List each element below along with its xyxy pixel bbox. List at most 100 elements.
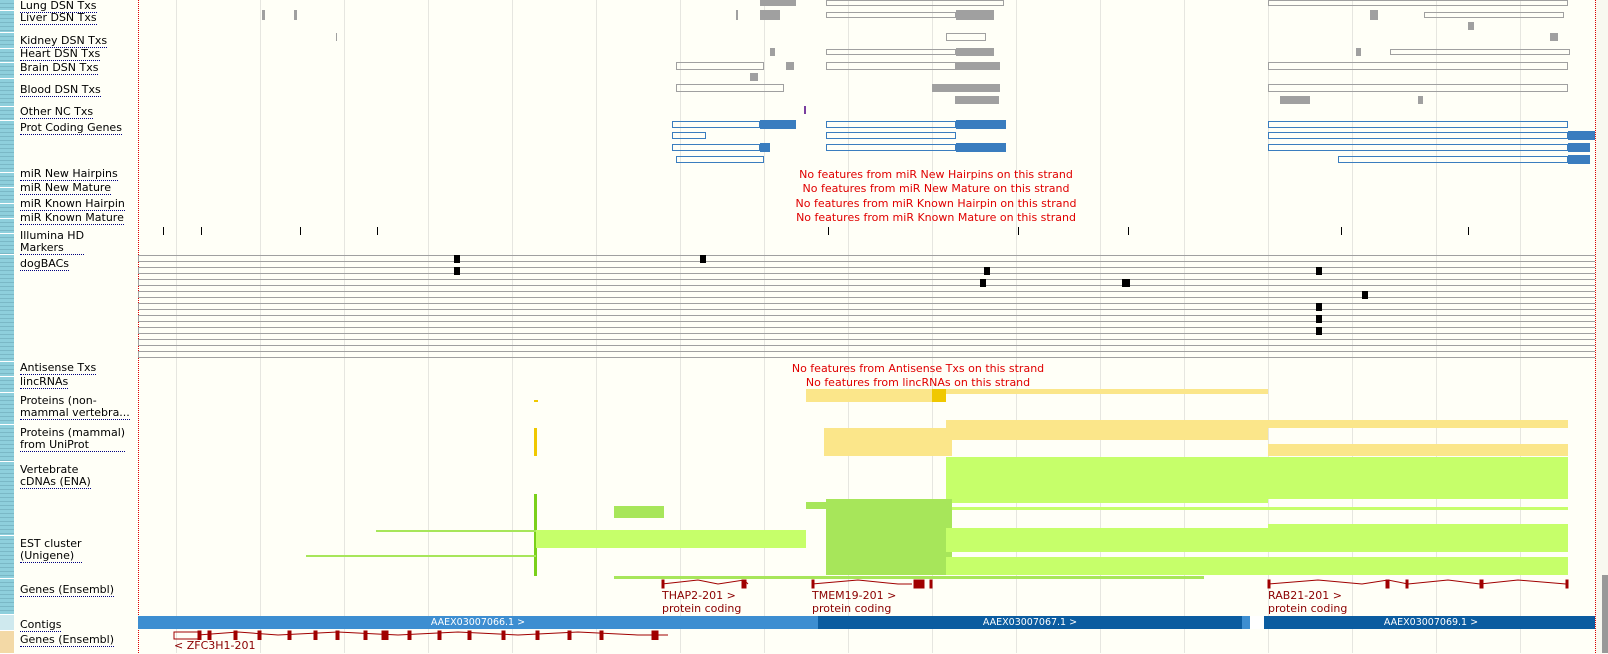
track-label-heart[interactable]: Heart DSN Txs [20,48,101,61]
est-alignment[interactable] [376,530,536,532]
est-alignment[interactable] [946,528,1268,552]
blood-transcript[interactable] [1418,96,1423,104]
illumina-marker[interactable] [163,227,164,235]
est-alignment[interactable] [806,502,826,509]
illumina-marker[interactable] [1018,227,1019,235]
est-alignment[interactable] [1268,557,1568,575]
track-handle[interactable] [0,63,14,79]
track-handle[interactable] [0,173,14,188]
track-label-proteins-nonmammal[interactable]: Proteins (non- mammal vertebra... [20,395,130,420]
track-label-contigs[interactable]: Contigs [20,619,62,632]
est-alignment[interactable] [826,499,952,575]
gene-label-rab21[interactable]: RAB21-201 > [1268,590,1342,602]
track-label-lincrna[interactable]: lincRNAs [20,376,69,389]
dog-bac-clone[interactable] [138,351,1598,358]
heart-transcript[interactable] [826,49,956,55]
illumina-marker[interactable] [828,227,829,235]
dog-bac-end[interactable] [1316,315,1322,323]
track-handle[interactable] [0,188,14,204]
blood-transcript[interactable] [750,73,758,81]
track-handle[interactable] [0,219,14,234]
protein-alignment[interactable] [1268,420,1568,428]
lung-transcript[interactable] [760,0,796,6]
heart-transcript[interactable] [1390,49,1570,55]
kidney-transcript[interactable] [336,33,337,41]
protein-alignment[interactable] [806,389,932,402]
track-label-dogbacs[interactable]: dogBACs [20,258,69,271]
track-label-genes-ensembl-reverse[interactable]: Genes (Ensembl) [20,634,115,647]
brain-transcript[interactable] [956,62,1000,70]
est-alignment[interactable] [536,530,806,548]
blood-transcript[interactable] [1268,84,1568,92]
protein-alignment[interactable] [1268,444,1568,456]
gene-label-zfc3h1[interactable]: < ZFC3H1-201 [174,640,256,652]
track-label-proteins-mammal[interactable]: Proteins (mammal) from UniProt [20,427,126,452]
protein-coding-transcript[interactable] [956,120,1006,129]
track-label-mir-new-hairpins[interactable]: miR New Hairpins [20,168,118,181]
dog-bac-end[interactable] [454,255,460,263]
blood-transcript[interactable] [676,84,784,92]
genome-image-panel[interactable]: No features from miR New Hairpins on thi… [138,0,1598,653]
illumina-marker[interactable] [300,227,301,235]
track-handle[interactable] [0,121,14,173]
protein-alignment[interactable] [824,428,952,456]
track-handle[interactable] [0,615,14,631]
est-alignment[interactable] [306,555,536,557]
track-label-illumina[interactable]: Illumina HD Markers [20,230,85,255]
track-label-blood[interactable]: Blood DSN Txs [20,84,101,97]
brain-transcript[interactable] [826,62,956,70]
dog-bac-clone[interactable] [138,279,1598,286]
blood-transcript[interactable] [955,96,999,104]
track-label-genes-ensembl[interactable]: Genes (Ensembl) [20,584,115,597]
track-handle[interactable] [0,107,14,121]
dog-bac-clone[interactable] [138,315,1598,322]
protein-coding-transcript[interactable] [1568,155,1590,164]
liver-transcript[interactable] [1424,12,1564,18]
dog-bac-end[interactable] [454,267,460,275]
illumina-marker[interactable] [201,227,202,235]
track-handle[interactable] [0,234,14,255]
track-handle[interactable] [0,377,14,393]
liver-transcript[interactable] [760,10,780,20]
track-label-antisense[interactable]: Antisense Txs [20,362,97,375]
dog-bac-end[interactable] [700,255,706,263]
track-label-other-nc[interactable]: Other NC Txs [20,106,94,119]
dog-bac-clone[interactable] [138,327,1598,334]
contig-3[interactable]: AAEX03007069.1 > [1264,616,1598,629]
protein-alignment[interactable] [946,389,1268,394]
protein-alignment[interactable] [534,400,538,402]
dog-bac-clone[interactable] [138,339,1598,346]
contig-2[interactable]: AAEX03007067.1 > [818,616,1242,629]
protein-coding-transcript[interactable] [1268,121,1568,128]
est-alignment[interactable] [946,557,1268,575]
kidney-transcript[interactable] [1550,33,1558,41]
track-handle[interactable] [0,204,14,219]
liver-transcript[interactable] [262,10,265,20]
track-handle[interactable] [0,631,14,654]
protein-coding-transcript[interactable] [1338,156,1568,163]
illumina-marker[interactable] [1468,227,1469,235]
liver-transcript[interactable] [826,12,956,18]
dog-bac-end[interactable] [984,267,990,275]
track-label-liver[interactable]: Liver DSN Txs [20,12,97,25]
track-handle[interactable] [0,11,14,33]
brain-transcript[interactable] [676,62,764,70]
cdna-alignment[interactable] [946,507,1568,510]
dog-bac-end[interactable] [1316,267,1322,275]
track-handle[interactable] [0,33,14,49]
heart-transcript[interactable] [1356,48,1361,56]
dog-bac-clone[interactable] [138,255,1598,262]
protein-coding-transcript[interactable] [672,132,706,139]
cdna-alignment[interactable] [946,457,1268,503]
liver-transcript[interactable] [736,10,738,20]
protein-coding-transcript[interactable] [760,120,796,129]
est-alignment[interactable] [1268,524,1568,552]
track-label-mir-known-mature[interactable]: miR Known Mature [20,212,124,225]
kidney-transcript[interactable] [946,33,986,41]
protein-coding-transcript[interactable] [1268,144,1568,151]
track-label-prot-coding[interactable]: Prot Coding Genes [20,122,122,135]
dog-bac-clone[interactable] [138,291,1598,298]
track-label-est-cluster[interactable]: EST cluster (Unigene) [20,538,82,563]
liver-transcript[interactable] [1370,10,1378,20]
other-nc-transcript[interactable] [804,106,806,114]
